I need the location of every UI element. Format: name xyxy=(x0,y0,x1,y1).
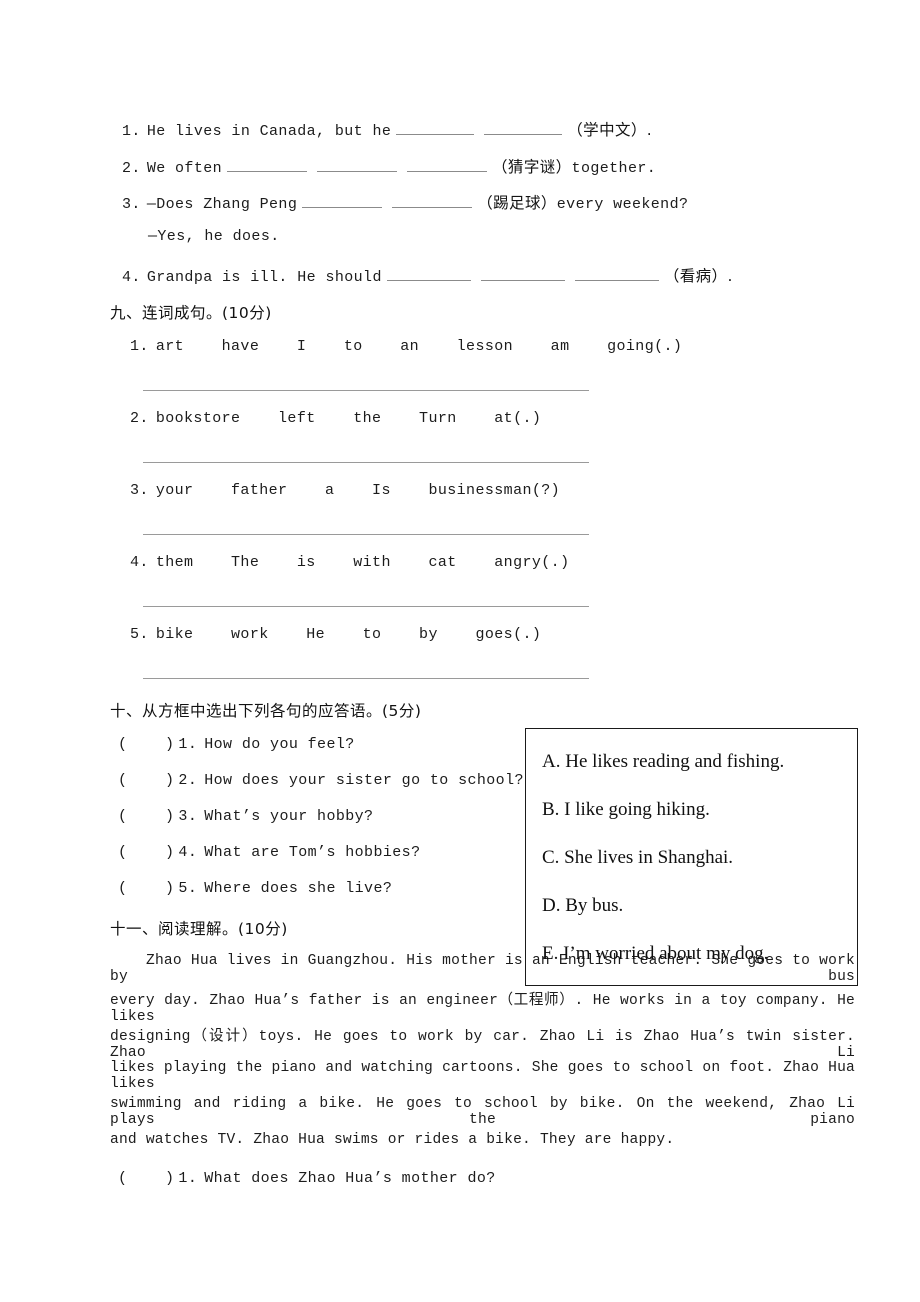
answer-blank[interactable] xyxy=(396,121,475,135)
passage-line: likes playing the piano and watching car… xyxy=(110,1060,855,1092)
fill-in-item-3: 3. —Does Zhang Peng （踢足球） every weekend? xyxy=(122,191,688,213)
answer-paren[interactable]: ( ) xyxy=(118,808,174,825)
item-number: 2. xyxy=(130,410,149,427)
item-text: —Yes, he does. xyxy=(148,228,280,245)
word-order-item-4: 4. them The is with cat angry(.) xyxy=(130,554,569,571)
choice-option-d[interactable]: D. By bus. xyxy=(542,895,623,917)
answer-line[interactable] xyxy=(143,678,589,679)
item-text-after: every weekend? xyxy=(556,196,689,213)
answer-paren[interactable]: ( ) xyxy=(118,1170,174,1187)
fill-in-item-3-answer: —Yes, he does. xyxy=(148,228,280,245)
item-text-before: Grandpa is ill. He should xyxy=(146,269,382,286)
item-number: 4. xyxy=(178,844,198,861)
question-text: Where does she live? xyxy=(204,880,393,897)
answer-line[interactable] xyxy=(143,534,589,535)
reading-question-1: ( ) 1. What does Zhao Hua’s mother do? xyxy=(118,1170,496,1187)
fill-in-item-2: 2. We often （猜字谜） together. xyxy=(122,155,656,177)
question-text: What does Zhao Hua’s mother do? xyxy=(204,1170,496,1187)
item-words: bookstore left the Turn at(.) xyxy=(155,410,542,427)
passage-line: and watches TV. Zhao Hua swims or rides … xyxy=(110,1132,675,1148)
answer-blank[interactable] xyxy=(386,267,471,281)
item-number: 4. xyxy=(130,554,149,571)
item-number: 3. xyxy=(122,196,141,213)
answer-blank[interactable] xyxy=(480,267,565,281)
word-order-item-3: 3. your father a Is businessman(?) xyxy=(130,482,560,499)
item-text-before: —Does Zhang Peng xyxy=(146,196,298,213)
answer-paren[interactable]: ( ) xyxy=(118,736,174,753)
answer-blank[interactable] xyxy=(407,158,488,172)
section-eleven-heading: 十一、阅读理解。(10分) xyxy=(110,920,288,938)
choice-option-c[interactable]: C. She lives in Shanghai. xyxy=(542,847,733,869)
answer-line[interactable] xyxy=(143,390,589,391)
item-words: them The is with cat angry(.) xyxy=(155,554,570,571)
matching-question-3: ( ) 3. What’s your hobby? xyxy=(118,808,373,825)
answer-blank[interactable] xyxy=(317,158,398,172)
item-hint: （踢足球） xyxy=(477,194,557,212)
item-number: 5. xyxy=(130,626,149,643)
item-number: 1. xyxy=(122,123,141,140)
question-text: How does your sister go to school? xyxy=(204,772,524,789)
answer-choice-box: A. He likes reading and fishing. B. I li… xyxy=(525,728,858,986)
item-text-after: . xyxy=(727,267,733,285)
matching-question-5: ( ) 5. Where does she live? xyxy=(118,880,392,897)
exam-paper-page: 1. He lives in Canada, but he （学中文） . 2.… xyxy=(0,0,920,1302)
word-order-item-1: 1. art have I to an lesson am going(.) xyxy=(130,338,682,355)
item-hint: （猜字谜） xyxy=(492,158,572,176)
item-hint: （看病） xyxy=(663,267,728,285)
answer-paren[interactable]: ( ) xyxy=(118,880,174,897)
answer-paren[interactable]: ( ) xyxy=(118,772,174,789)
question-text: How do you feel? xyxy=(204,736,355,753)
item-number: 2. xyxy=(178,772,198,789)
fill-in-item-4: 4. Grandpa is ill. He should （看病） . xyxy=(122,264,733,286)
answer-line[interactable] xyxy=(143,462,589,463)
choice-option-b[interactable]: B. I like going hiking. xyxy=(542,799,710,821)
item-number: 1. xyxy=(178,1170,198,1187)
item-words: your father a Is businessman(?) xyxy=(155,482,561,499)
section-ten-heading: 十、从方框中选出下列各句的应答语。(5分) xyxy=(110,702,422,720)
passage-line: designing（设计）toys. He goes to work by ca… xyxy=(110,1029,855,1061)
matching-question-4: ( ) 4. What are Tom’s hobbies? xyxy=(118,844,420,861)
answer-blank[interactable] xyxy=(392,194,473,208)
passage-line: swimming and riding a bike. He goes to s… xyxy=(110,1096,855,1128)
matching-question-1: ( ) 1. How do you feel? xyxy=(118,736,355,753)
passage-line: every day. Zhao Hua’s father is an engin… xyxy=(110,993,855,1025)
item-text-after: . xyxy=(646,121,653,139)
word-order-item-2: 2. bookstore left the Turn at(.) xyxy=(130,410,541,427)
section-nine-heading: 九、连词成句。(10分) xyxy=(110,304,272,322)
item-number: 1. xyxy=(178,736,198,753)
item-words: bike work He to by goes(.) xyxy=(155,626,542,643)
question-text: What’s your hobby? xyxy=(204,808,374,825)
answer-blank[interactable] xyxy=(484,121,563,135)
answer-blank[interactable] xyxy=(574,267,659,281)
item-text-before: We often xyxy=(146,160,223,177)
item-number: 4. xyxy=(122,269,141,286)
answer-paren[interactable]: ( ) xyxy=(118,844,174,861)
matching-question-2: ( ) 2. How does your sister go to school? xyxy=(118,772,524,789)
answer-blank[interactable] xyxy=(302,194,383,208)
fill-in-item-1: 1. He lives in Canada, but he （学中文） . xyxy=(122,118,652,140)
item-number: 1. xyxy=(130,338,149,355)
answer-line[interactable] xyxy=(143,606,589,607)
item-number: 5. xyxy=(178,880,198,897)
choice-option-a[interactable]: A. He likes reading and fishing. xyxy=(542,751,784,773)
item-number: 2. xyxy=(122,160,141,177)
item-number: 3. xyxy=(130,482,149,499)
item-text-before: He lives in Canada, but he xyxy=(146,123,392,140)
item-hint: （学中文） xyxy=(567,121,647,139)
item-number: 3. xyxy=(178,808,198,825)
question-text: What are Tom’s hobbies? xyxy=(204,844,421,861)
item-words: art have I to an lesson am going(.) xyxy=(155,338,683,355)
choice-option-e[interactable]: E. I’m worried about my dog. xyxy=(542,943,768,965)
answer-blank[interactable] xyxy=(227,158,308,172)
item-text-after: together. xyxy=(571,160,657,177)
word-order-item-5: 5. bike work He to by goes(.) xyxy=(130,626,541,643)
